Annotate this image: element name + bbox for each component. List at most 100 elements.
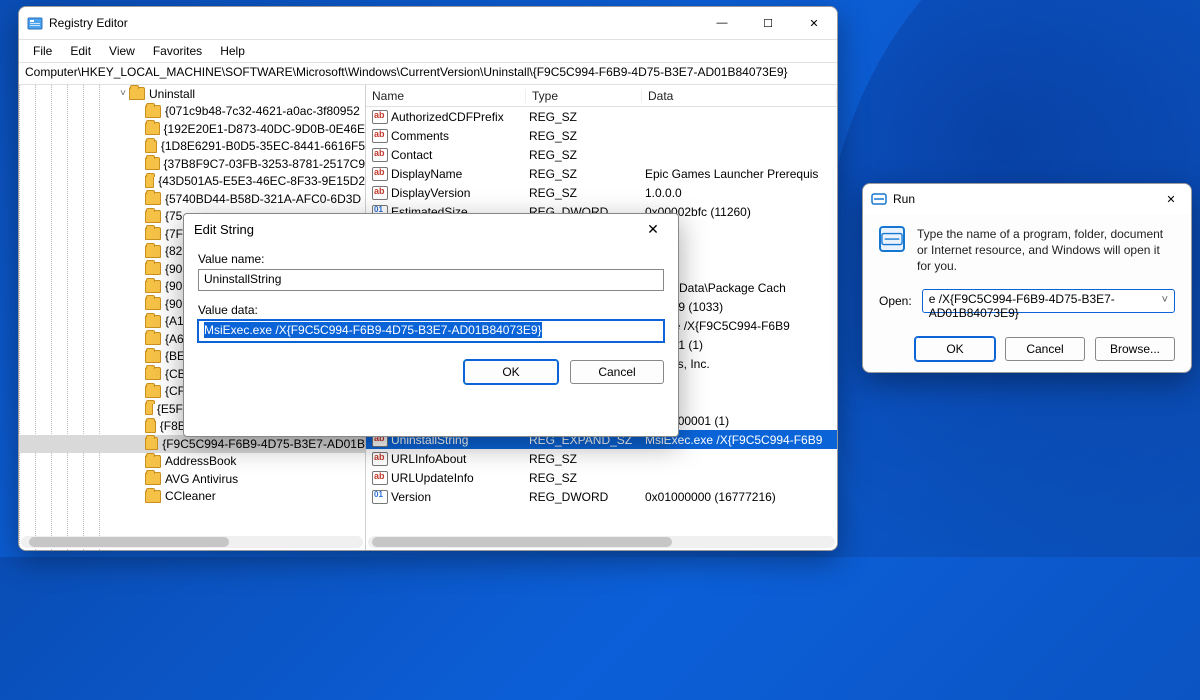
run-icon xyxy=(879,226,905,252)
run-title: Run xyxy=(893,192,915,206)
dialog-title: Edit String xyxy=(194,222,254,237)
list-row[interactable]: AuthorizedCDFPrefixREG_SZ xyxy=(366,107,837,126)
value-name: URLUpdateInfo xyxy=(391,471,529,485)
string-icon xyxy=(372,129,388,143)
tree-parent[interactable]: ˅Uninstall xyxy=(19,85,365,103)
folder-icon xyxy=(145,472,161,485)
folder-icon xyxy=(145,437,158,450)
tree-item[interactable]: {37B8F9C7-03FB-3253-8781-2517C9 xyxy=(19,155,365,173)
value-name: Version xyxy=(391,490,529,504)
col-data[interactable]: Data xyxy=(642,89,837,103)
string-icon xyxy=(372,110,388,124)
ok-button[interactable]: OK xyxy=(464,360,558,384)
folder-icon xyxy=(145,315,161,328)
folder-icon xyxy=(145,262,161,275)
folder-icon xyxy=(145,245,161,258)
value-name-field[interactable]: UninstallString xyxy=(198,269,664,291)
value-type: REG_SZ xyxy=(529,110,645,124)
cancel-button[interactable]: Cancel xyxy=(570,360,664,384)
tree-item[interactable]: {F9C5C994-F6B9-4D75-B3E7-AD01B xyxy=(19,435,365,453)
list-row[interactable]: DisplayNameREG_SZEpic Games Launcher Pre… xyxy=(366,164,837,183)
close-button[interactable]: ✕ xyxy=(791,7,837,39)
list-row[interactable]: CommentsREG_SZ xyxy=(366,126,837,145)
string-icon xyxy=(372,471,388,485)
tree-item[interactable]: {192E20E1-D873-40DC-9D0B-0E46E xyxy=(19,120,365,138)
value-type: REG_SZ xyxy=(529,186,645,200)
menu-edit[interactable]: Edit xyxy=(62,42,99,60)
cancel-button[interactable]: Cancel xyxy=(1005,337,1085,361)
tree-item[interactable]: {43D501A5-E5E3-46EC-8F33-9E15D2 xyxy=(19,173,365,191)
value-data: 1.0.0.0 xyxy=(645,186,837,200)
folder-icon xyxy=(145,490,161,503)
menu-file[interactable]: File xyxy=(25,42,60,60)
open-label: Open: xyxy=(879,294,912,308)
minimize-button[interactable]: — xyxy=(699,7,745,39)
folder-icon xyxy=(145,210,161,223)
folder-icon xyxy=(145,192,161,205)
tree-item[interactable]: AddressBook xyxy=(19,453,365,471)
tree-scrollbar[interactable] xyxy=(21,536,363,548)
folder-icon xyxy=(145,280,161,293)
menu-view[interactable]: View xyxy=(101,42,143,60)
titlebar[interactable]: Registry Editor — ☐ ✕ xyxy=(19,7,837,39)
menu-favorites[interactable]: Favorites xyxy=(145,42,210,60)
folder-icon xyxy=(145,332,161,345)
run-title-icon xyxy=(871,191,887,207)
list-row[interactable]: DisplayVersionREG_SZ1.0.0.0 xyxy=(366,183,837,202)
run-description: Type the name of a program, folder, docu… xyxy=(917,226,1175,275)
tree-label: {5740BD44-B58D-321A-AFC0-6D3D xyxy=(165,192,361,206)
list-row[interactable]: URLInfoAboutREG_SZ xyxy=(366,449,837,468)
tree-label: AVG Antivirus xyxy=(165,472,238,486)
string-icon xyxy=(372,452,388,466)
list-row[interactable]: ContactREG_SZ xyxy=(366,145,837,164)
folder-icon xyxy=(145,367,161,380)
tree-label: {37B8F9C7-03FB-3253-8781-2517C9 xyxy=(164,157,365,171)
col-name[interactable]: Name xyxy=(366,89,526,103)
folder-icon xyxy=(145,420,156,433)
tree-label: {192E20E1-D873-40DC-9D0B-0E46E xyxy=(164,122,365,136)
folder-icon xyxy=(145,175,154,188)
tree-item[interactable]: {1D8E6291-B0D5-35EC-8441-6616F5 xyxy=(19,138,365,156)
menubar: File Edit View Favorites Help xyxy=(19,39,837,63)
col-type[interactable]: Type xyxy=(526,89,642,103)
open-combobox[interactable]: e /X{F9C5C994-F6B9-4D75-B3E7-AD01B84073E… xyxy=(922,289,1175,313)
value-name: Contact xyxy=(391,148,529,162)
value-name: DisplayVersion xyxy=(391,186,529,200)
tree-label: {75 xyxy=(165,209,182,223)
folder-icon xyxy=(145,105,161,118)
tree-item[interactable]: {5740BD44-B58D-321A-AFC0-6D3D xyxy=(19,190,365,208)
close-button[interactable]: ✕ xyxy=(638,214,668,244)
maximize-button[interactable]: ☐ xyxy=(745,7,791,39)
folder-icon xyxy=(145,385,161,398)
value-type: REG_SZ xyxy=(529,471,645,485)
string-icon xyxy=(372,186,388,200)
value-name: AuthorizedCDFPrefix xyxy=(391,110,529,124)
value-type: REG_SZ xyxy=(529,167,645,181)
tree-item[interactable]: AVG Antivirus xyxy=(19,470,365,488)
value-name-label: Value name: xyxy=(198,252,664,266)
address-bar[interactable]: Computer\HKEY_LOCAL_MACHINE\SOFTWARE\Mic… xyxy=(19,63,837,85)
string-icon xyxy=(372,167,388,181)
tree-item[interactable]: {071c9b48-7c32-4621-a0ac-3f80952 xyxy=(19,103,365,121)
tree-label: {071c9b48-7c32-4621-a0ac-3f80952 xyxy=(165,104,360,118)
chevron-down-icon[interactable]: ˅ xyxy=(1162,294,1168,306)
menu-help[interactable]: Help xyxy=(212,42,253,60)
tree-label: {F9C5C994-F6B9-4D75-B3E7-AD01B xyxy=(162,437,365,451)
ok-button[interactable]: OK xyxy=(915,337,995,361)
list-header[interactable]: Name Type Data xyxy=(366,85,837,107)
list-row[interactable]: VersionREG_DWORD0x01000000 (16777216) xyxy=(366,487,837,506)
tree-label: CCleaner xyxy=(165,489,216,503)
close-button[interactable]: ✕ xyxy=(1151,183,1191,215)
value-data-field[interactable]: MsiExec.exe /X{F9C5C994-F6B9-4D75-B3E7-A… xyxy=(198,320,664,342)
list-row[interactable]: URLUpdateInfoREG_SZ xyxy=(366,468,837,487)
value-type: REG_SZ xyxy=(529,129,645,143)
tree-item[interactable]: CCleaner xyxy=(19,488,365,506)
folder-icon xyxy=(145,402,153,415)
folder-icon xyxy=(129,87,145,100)
expand-icon[interactable]: ˅ xyxy=(117,88,129,99)
value-name: URLInfoAbout xyxy=(391,452,529,466)
list-scrollbar[interactable] xyxy=(368,536,835,548)
value-type: REG_SZ xyxy=(529,452,645,466)
folder-icon xyxy=(145,227,161,240)
browse-button[interactable]: Browse... xyxy=(1095,337,1175,361)
